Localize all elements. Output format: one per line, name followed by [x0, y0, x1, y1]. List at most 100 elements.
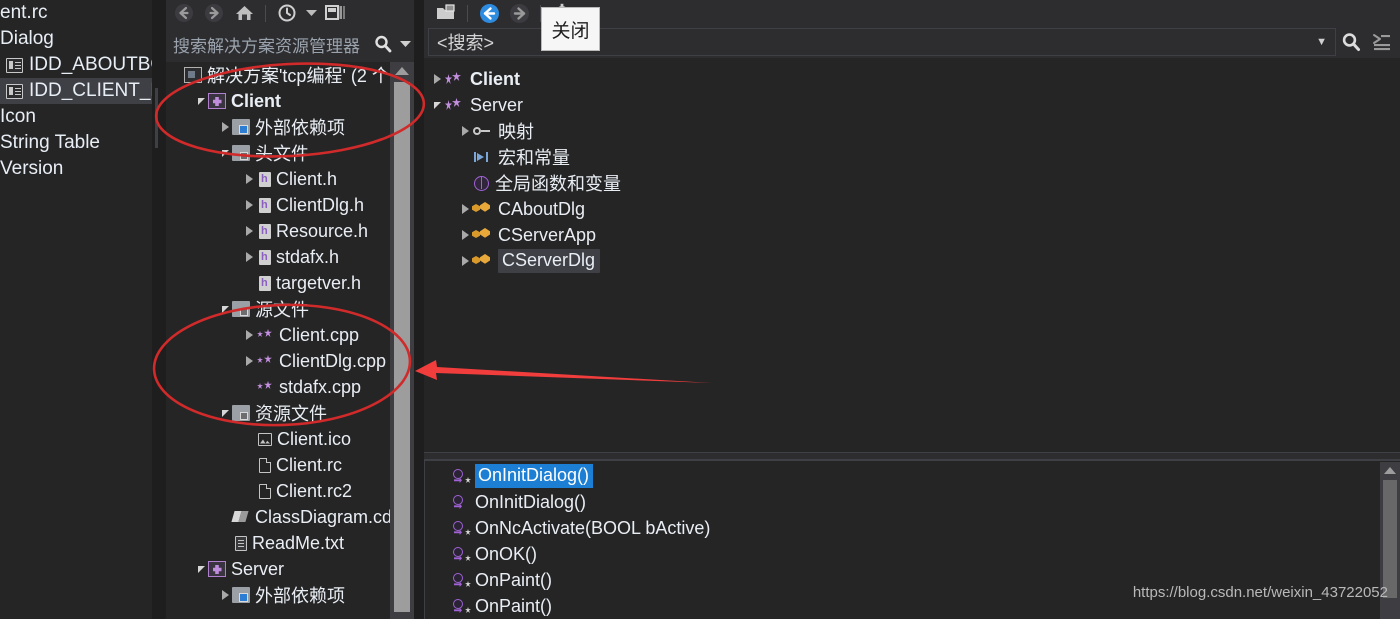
search-icon[interactable] — [1336, 28, 1366, 56]
solution-tree-item[interactable]: Client.h — [166, 166, 390, 192]
solution-tree-item[interactable]: Client.rc2 — [166, 478, 390, 504]
resource-tree-item[interactable]: Version — [0, 156, 152, 182]
expander-expanded-icon[interactable] — [430, 92, 444, 118]
solution-tree-item[interactable]: targetver.h — [166, 270, 390, 296]
expander-collapsed-icon[interactable] — [458, 196, 472, 222]
resource-tree-item[interactable]: String Table — [0, 130, 152, 156]
class-view-tree-item[interactable]: CServerDlg — [424, 248, 1400, 274]
solution-tree-item[interactable]: stdafx.h — [166, 244, 390, 270]
member-list-item[interactable]: OnNcActivate(BOOL bActive) — [425, 515, 1400, 541]
panel-divider-left[interactable] — [152, 0, 166, 619]
solution-item-label: Client.rc2 — [276, 480, 353, 501]
class-view-tree-item[interactable]: 宏和常量 — [424, 144, 1400, 170]
solution-tree-item[interactable]: ClientDlg.cpp — [166, 348, 390, 374]
solution-tree-item[interactable]: 外部依赖项 — [166, 114, 390, 140]
external-dependencies-icon — [232, 119, 250, 135]
expander-expanded-icon[interactable] — [218, 296, 232, 322]
scrollbar-thumb[interactable] — [394, 82, 410, 612]
resource-item-label: IDD_CLIENT_DI — [29, 80, 152, 101]
solution-tree-item[interactable]: Resource.h — [166, 218, 390, 244]
solution-tree-item[interactable]: 源文件 — [166, 296, 390, 322]
class-view-tree-item[interactable]: Client — [424, 66, 1400, 92]
class-view-tree-item[interactable]: CServerApp — [424, 222, 1400, 248]
resource-tree-item[interactable]: Dialog — [0, 26, 152, 52]
expander-collapsed-icon[interactable] — [218, 114, 232, 140]
class-view-tree-item[interactable]: CAboutDlg — [424, 196, 1400, 222]
class-view-item-label: CAboutDlg — [498, 198, 586, 219]
solution-tree-item[interactable]: 外部依赖项 — [166, 582, 390, 608]
class-view-item-label: 全局函数和变量 — [495, 174, 621, 194]
new-folder-icon[interactable] — [432, 1, 460, 25]
member-list-item[interactable]: OnOK() — [425, 541, 1400, 567]
search-input[interactable]: 搜索解决方案资源管理器 — [166, 32, 370, 57]
expander-expanded-icon[interactable] — [194, 88, 208, 114]
properties-icon[interactable] — [321, 1, 349, 25]
chevron-down-icon[interactable]: ▼ — [1316, 36, 1327, 48]
solution-tree-item[interactable]: Client.cpp — [166, 322, 390, 348]
solution-tree-item[interactable]: 头文件 — [166, 140, 390, 166]
class-view-search-value[interactable]: <搜索> — [437, 29, 494, 55]
resource-item-label: Icon — [0, 106, 36, 127]
resource-tree-item[interactable]: ent.rc — [0, 0, 152, 26]
solution-tree[interactable]: 解决方案'tcp编程' (2 个Client外部依赖项头文件Client.hCl… — [166, 62, 390, 619]
scroll-up-arrow-icon[interactable] — [1380, 462, 1400, 478]
panel-divider-middle[interactable] — [414, 0, 424, 619]
solution-explorer-scrollbar[interactable] — [390, 62, 414, 619]
resource-tree-item[interactable]: IDD_CLIENT_DI — [0, 78, 152, 104]
expander-collapsed-icon[interactable] — [458, 118, 472, 144]
search-options-chevron-down-icon[interactable] — [396, 40, 414, 48]
solution-tree-item[interactable]: 解决方案'tcp编程' (2 个 — [166, 62, 390, 88]
member-list-item[interactable]: OnInitDialog() — [425, 463, 1400, 489]
expander-collapsed-icon[interactable] — [430, 66, 444, 92]
expander-collapsed-icon[interactable] — [458, 248, 472, 274]
solution-tree-item[interactable]: Client.rc — [166, 452, 390, 478]
class-icon — [472, 201, 492, 217]
back-icon[interactable] — [475, 1, 503, 25]
solution-tree-item[interactable]: 资源文件 — [166, 400, 390, 426]
class-view-tree[interactable]: Client Server 映射 宏和常量全局函数和变量 CAboutDlg CServe… — [424, 62, 1400, 452]
expander-placeholder — [242, 452, 256, 478]
expander-placeholder — [170, 62, 184, 88]
solution-tree-item[interactable]: ReadMe.txt — [166, 530, 390, 556]
expander-expanded-icon[interactable] — [218, 400, 232, 426]
expander-collapsed-icon[interactable] — [458, 222, 472, 248]
class-view-tree-item[interactable]: 全局函数和变量 — [424, 170, 1400, 196]
expander-collapsed-icon[interactable] — [218, 582, 232, 608]
resource-tree-item[interactable]: IDD_ABOUTBO — [0, 52, 152, 78]
class-view-tree-item[interactable]: 映射 — [424, 118, 1400, 144]
sort-icon[interactable] — [1366, 28, 1396, 56]
solution-tree-item[interactable]: Client — [166, 88, 390, 114]
chevron-down-icon[interactable] — [303, 1, 319, 25]
resource-tree-item[interactable]: Icon — [0, 104, 152, 130]
expander-collapsed-icon[interactable] — [242, 244, 256, 270]
back-icon[interactable] — [170, 1, 198, 25]
solution-tree-item[interactable]: ClassDiagram.cd — [166, 504, 390, 530]
visual-studio-window: ent.rc Dialog IDD_ABOUTBO IDD_CLIENT_DI Icon… — [0, 0, 1400, 619]
solution-tree-item[interactable]: Client.ico — [166, 426, 390, 452]
solution-tree-item[interactable]: Server — [166, 556, 390, 582]
solution-explorer-search-box[interactable]: 搜索解决方案资源管理器 — [166, 26, 414, 63]
macro-icon — [472, 149, 492, 165]
scroll-up-arrow-icon[interactable] — [390, 62, 414, 80]
scrollbar-thumb[interactable] — [1383, 480, 1397, 598]
solution-tree-item[interactable]: stdafx.cpp — [166, 374, 390, 400]
forward-icon[interactable] — [200, 1, 228, 25]
home-icon[interactable] — [230, 1, 258, 25]
class-view-splitter[interactable] — [424, 452, 1400, 460]
expander-collapsed-icon[interactable] — [242, 348, 256, 374]
solution-tree-item[interactable]: ClientDlg.h — [166, 192, 390, 218]
filter-folder-icon — [232, 301, 250, 317]
expander-expanded-icon[interactable] — [218, 140, 232, 166]
member-list-item[interactable]: OnInitDialog() — [425, 489, 1400, 515]
search-icon[interactable] — [370, 34, 396, 54]
expander-collapsed-icon[interactable] — [242, 218, 256, 244]
expander-expanded-icon[interactable] — [194, 556, 208, 582]
expander-collapsed-icon[interactable] — [242, 166, 256, 192]
expander-collapsed-icon[interactable] — [242, 192, 256, 218]
expander-collapsed-icon[interactable] — [242, 322, 256, 348]
class-view-tree-item[interactable]: Server — [424, 92, 1400, 118]
divider-grip[interactable] — [155, 88, 158, 148]
forward-icon[interactable] — [505, 1, 533, 25]
class-view-panel: <搜索> ▼ Client Server 映射 宏和常量全局函数和变量 CAboutDl… — [424, 0, 1400, 619]
pending-changes-icon[interactable] — [273, 1, 301, 25]
